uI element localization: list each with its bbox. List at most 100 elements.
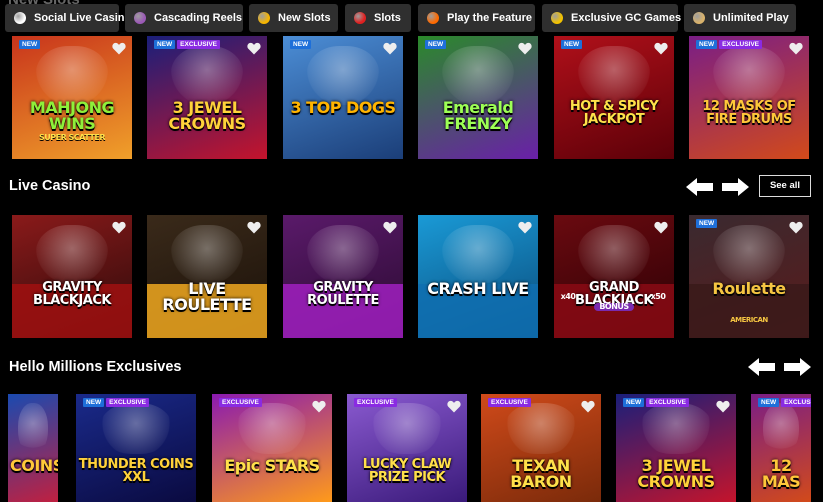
game-artwork [578,224,650,284]
new-slot-game-tile[interactable]: HOT & SPICY JACKPOT NEW [554,36,674,159]
live-casino-game-tile[interactable]: GRAVITY ROULETTE [283,215,403,338]
section-title-exclusives: Hello Millions Exclusives [9,359,182,375]
exclusive-game-tile[interactable]: 12 MAS NEWEXCLUSIVE [751,394,811,502]
game-title: Roulette [712,279,786,298]
game-artwork [713,45,785,105]
favorite-heart-icon[interactable] [383,42,397,55]
badge-group: NEW [696,219,718,228]
game-title: Emerald FRENZY [442,98,514,133]
game-artwork [640,402,712,455]
live-casino-game-tile[interactable]: LIVE ROULETTE [147,215,267,338]
new-badge: NEW [561,40,583,49]
new-badge: NEW [290,40,312,49]
category-pill[interactable]: Cascading Reels [125,4,243,32]
exclusive-game-tile[interactable]: 3 JEWEL CROWNS NEW EXCLUSIVE [616,394,736,502]
category-pill-label: Unlimited Play [713,12,789,24]
new-badge: NEW [83,398,105,407]
live-casino-game-tile[interactable]: CRASH LIVE [418,215,538,338]
game-title: HOT & SPICY JACKPOT [569,99,659,127]
game-artwork [505,402,577,455]
game-artwork [171,224,243,284]
game-title: LUCKY CLAW PRIZE PICK [362,457,452,485]
multiplier-label: x40 [560,292,576,301]
live-casino-game-tile[interactable]: Roulette NEW AMERICAN [689,215,809,338]
game-title: LIVE ROULETTE [162,279,252,314]
badge-group: NEW [290,40,312,49]
category-pill[interactable]: Slots [345,4,411,32]
favorite-heart-icon[interactable] [518,42,532,55]
favorite-heart-icon[interactable] [447,400,461,413]
category-pill[interactable]: Social Live Casino [5,4,131,32]
badge-group: EXCLUSIVE [219,398,262,407]
new-slot-game-tile[interactable]: Emerald FRENZY NEW [418,36,538,159]
new-slot-game-tile[interactable]: 3 JEWEL CROWNS NEW EXCLUSIVE [147,36,267,159]
badge-group: EXCLUSIVE [488,398,531,407]
scroll-right-arrow-icon[interactable] [783,358,811,376]
bonus-label: BONUS [594,303,634,311]
new-slot-game-tile[interactable]: MAHJONG WINS SUPER SCATTER NEW [12,36,132,159]
exclusive-badge: EXCLUSIVE [781,398,811,407]
favorite-heart-icon[interactable] [312,400,326,413]
exclusive-game-tile[interactable]: LUCKY CLAW PRIZE PICK EXCLUSIVE [347,394,467,502]
category-pill-label: Social Live Casino [34,12,132,24]
favorite-heart-icon[interactable] [247,42,261,55]
live-casino-game-tile[interactable]: GRAVITY BLACKJACK [12,215,132,338]
new-badge: NEW [19,40,41,49]
game-artwork [236,402,308,455]
scroll-left-arrow-icon[interactable] [686,178,714,196]
favorite-heart-icon[interactable] [789,221,803,234]
exclusive-badge: EXCLUSIVE [354,398,397,407]
game-title: GRAVITY BLACKJACK [33,280,111,308]
favorite-heart-icon[interactable] [518,221,532,234]
scroll-right-arrow-icon[interactable] [721,178,749,196]
roulette-subtitle: AMERICAN [730,316,768,324]
favorite-heart-icon[interactable] [716,400,730,413]
badge-group: NEW [425,40,447,49]
new-badge: NEW [154,40,176,49]
category-pill-label: New Slots [278,12,331,24]
new-slot-game-tile[interactable]: 3 TOP DOGS NEW [283,36,403,159]
game-artwork [763,402,799,455]
game-artwork [171,45,243,105]
game-artwork [442,224,514,284]
favorite-heart-icon[interactable] [581,400,595,413]
category-pill-label: Slots [374,12,401,24]
game-artwork [578,45,650,105]
game-title: 3 JEWEL CROWNS [637,456,715,491]
game-title: 12 MAS [761,456,801,491]
game-title: 3 TOP DOGS [290,98,396,117]
exclusive-game-tile[interactable]: Epic STARS EXCLUSIVE [212,394,332,502]
new-badge: NEW [696,40,718,49]
multiplier-label: x50 [650,292,666,301]
exclusive-game-tile[interactable]: COINS [8,394,58,502]
category-pill[interactable]: Play the Feature [418,4,535,32]
favorite-heart-icon[interactable] [383,221,397,234]
game-artwork [371,402,443,455]
exclusive-badge: EXCLUSIVE [219,398,262,407]
game-title: THUNDER COINS XXL [78,457,194,485]
exclusive-game-tile[interactable]: TEXAN BARON EXCLUSIVE [481,394,601,502]
favorite-heart-icon[interactable] [789,42,803,55]
badge-group: NEW [561,40,583,49]
exclusive-badge: EXCLUSIVE [646,398,690,407]
scroll-left-arrow-icon[interactable] [748,358,776,376]
game-title: COINS [10,456,58,475]
category-pill[interactable]: New Slots [249,4,338,32]
badge-group: NEWEXCLUSIVE [154,40,221,49]
favorite-heart-icon[interactable] [112,42,126,55]
game-title: TEXAN BARON [510,456,572,491]
live-casino-game-tile[interactable]: GRAND BLACKJACK BONUS x40 x50 [554,215,674,338]
exclusive-badge: EXCLUSIVE [719,40,763,49]
favorite-heart-icon[interactable] [112,221,126,234]
game-artwork [18,402,48,455]
new-slot-game-tile[interactable]: 12 MASKS OF FIRE DRUMS NEW EXCLUSIVE [689,36,809,159]
favorite-heart-icon[interactable] [247,221,261,234]
favorite-heart-icon[interactable] [654,42,668,55]
see-all-button[interactable]: See all [759,175,811,197]
category-pill[interactable]: Unlimited Play [684,4,796,32]
favorite-heart-icon[interactable] [654,221,668,234]
new-badge: NEW [696,219,718,228]
coin-icon [551,12,563,24]
exclusive-game-tile[interactable]: THUNDER COINS XXL NEW EXCLUSIVE [76,394,196,502]
category-pill[interactable]: Exclusive GC Games [542,4,681,32]
